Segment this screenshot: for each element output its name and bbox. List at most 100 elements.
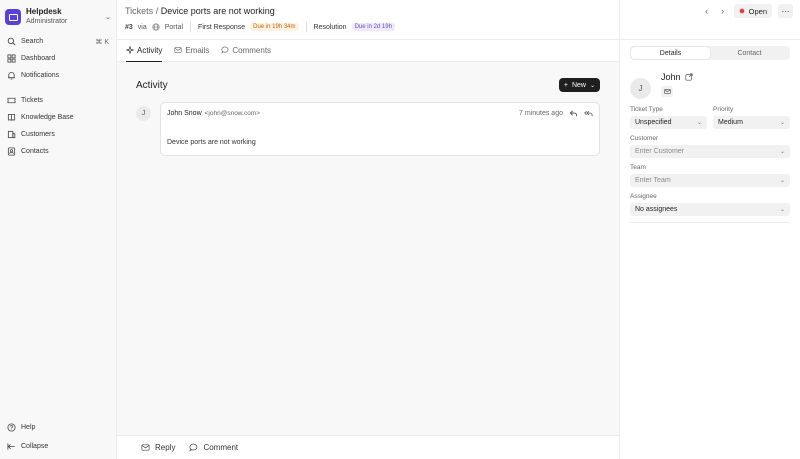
sidebar-item-contacts[interactable]: Contacts bbox=[5, 143, 111, 160]
details-contact-switch: Details Contact bbox=[630, 46, 790, 60]
first-response-label: First Response bbox=[198, 23, 246, 31]
tab-contact[interactable]: Contact bbox=[710, 47, 789, 59]
sidebar-item-tickets[interactable]: Tickets bbox=[5, 92, 111, 109]
tab-activity[interactable]: Activity bbox=[126, 40, 163, 62]
status-label: Open bbox=[748, 6, 767, 16]
breadcrumb-tickets-link[interactable]: Tickets bbox=[125, 6, 153, 16]
sidebar-item-label: Customers bbox=[21, 131, 55, 138]
comment-label: Comment bbox=[203, 443, 239, 452]
sidebar-item-label: Tickets bbox=[21, 97, 43, 104]
contact-icon bbox=[7, 147, 16, 156]
customer-select[interactable]: Enter Customer ⌄ bbox=[630, 145, 790, 158]
chevron-down-icon: ⌄ bbox=[779, 207, 785, 213]
brand-role: Administrator bbox=[26, 18, 68, 25]
building-icon bbox=[7, 130, 16, 139]
sidebar-item-notifications[interactable]: Notifications bbox=[5, 67, 111, 84]
chevron-down-icon: ⌄ bbox=[589, 82, 595, 89]
next-ticket-chevron-right-icon[interactable]: › bbox=[718, 4, 728, 18]
tab-label: Comments bbox=[232, 45, 272, 55]
assignee-label: Assignee bbox=[630, 193, 657, 200]
ticket-number: #3 bbox=[125, 23, 133, 31]
priority-select[interactable]: Medium ⌄ bbox=[713, 116, 790, 129]
sparkle-icon bbox=[126, 46, 134, 54]
ticket-type-label: Ticket Type bbox=[630, 106, 663, 113]
plus-icon: + bbox=[563, 81, 568, 89]
search-shortcut: ⌘ K bbox=[95, 38, 109, 46]
status-dropdown[interactable]: Open bbox=[733, 4, 772, 18]
reply-label: Reply bbox=[155, 443, 176, 452]
sidebar-item-customers[interactable]: Customers bbox=[5, 126, 111, 143]
dashboard-icon bbox=[7, 54, 16, 63]
new-button[interactable]: + New ⌄ bbox=[558, 78, 600, 92]
help-label: Help bbox=[21, 424, 36, 431]
tab-comments[interactable]: Comments bbox=[221, 40, 271, 62]
mail-icon bbox=[141, 444, 150, 451]
sidebar-item-label: Notifications bbox=[21, 72, 60, 79]
search-icon bbox=[7, 37, 16, 46]
avatar: J bbox=[136, 106, 151, 121]
ticket-tabs: Activity Emails Comments bbox=[117, 40, 619, 62]
help-icon bbox=[7, 423, 16, 432]
comment-icon bbox=[189, 443, 198, 452]
contact-name: John bbox=[661, 72, 681, 82]
resolution-badge: Due in 2d 19h bbox=[351, 23, 395, 31]
ticket-details-panel: ‹ › Open ⋯ Details Contact J John Ticket… bbox=[620, 0, 800, 459]
team-select[interactable]: Enter Team ⌄ bbox=[630, 174, 790, 187]
chevron-down-icon: ⌄ bbox=[779, 149, 785, 155]
reply-button[interactable]: Reply bbox=[141, 443, 175, 452]
more-options-icon[interactable]: ⋯ bbox=[778, 4, 793, 18]
chevron-down-icon: ⌄ bbox=[696, 120, 702, 126]
contact-summary: J John bbox=[620, 60, 800, 99]
collapse-label: Collapse bbox=[21, 443, 49, 450]
ticket-meta: #3 via Portal First Response Due in 19h … bbox=[125, 22, 611, 32]
chevron-down-icon: ⌄ bbox=[105, 14, 111, 21]
reply-bar: Reply Comment bbox=[117, 435, 619, 459]
customer-label: Customer bbox=[630, 135, 659, 142]
tab-label: Activity bbox=[137, 45, 163, 55]
search-label: Search bbox=[21, 38, 44, 45]
email-contact-button[interactable] bbox=[661, 86, 673, 97]
sidebar-collapse[interactable]: Collapse bbox=[5, 438, 111, 455]
mail-icon bbox=[663, 89, 671, 94]
resolution-label: Resolution bbox=[313, 23, 347, 31]
first-response-badge: Due in 19h 34m bbox=[250, 23, 299, 31]
comment-button[interactable]: Comment bbox=[189, 443, 238, 452]
book-icon bbox=[7, 113, 16, 121]
sidebar-search[interactable]: Search ⌘ K bbox=[5, 33, 111, 50]
brand-name: Helpdesk bbox=[26, 7, 62, 16]
breadcrumb: Tickets / Device ports are not working bbox=[125, 5, 611, 17]
comment-icon bbox=[221, 46, 229, 54]
brand-switcher[interactable]: Helpdesk Administrator ⌄ bbox=[5, 6, 111, 28]
assignee-select[interactable]: No assignees ⌄ bbox=[630, 203, 790, 216]
priority-label: Priority bbox=[713, 106, 734, 113]
breadcrumb-separator: / bbox=[155, 6, 159, 16]
activity-entry: J John Snow <john@snow.com> 7 minutes ag… bbox=[136, 102, 600, 156]
sidebar-item-label: Dashboard bbox=[21, 55, 56, 62]
entry-timestamp: 7 minutes ago bbox=[519, 110, 563, 117]
ticket-icon bbox=[7, 97, 16, 104]
tab-details[interactable]: Details bbox=[631, 47, 710, 59]
status-dot-icon bbox=[738, 8, 745, 14]
sidebar-item-knowledge-base[interactable]: Knowledge Base bbox=[5, 109, 111, 126]
reply-icon[interactable] bbox=[569, 109, 578, 118]
collapse-icon bbox=[7, 443, 15, 450]
bell-icon bbox=[8, 72, 15, 80]
email-card: John Snow <john@snow.com> 7 minutes ago … bbox=[160, 102, 600, 156]
helpdesk-logo-icon bbox=[5, 9, 21, 25]
meta-divider bbox=[190, 22, 192, 32]
via-text: via bbox=[137, 23, 147, 31]
sidebar-item-dashboard[interactable]: Dashboard bbox=[5, 50, 111, 67]
meta-divider bbox=[305, 22, 307, 32]
external-link-icon[interactable] bbox=[684, 73, 693, 81]
sender-email: <john@snow.com> bbox=[204, 110, 261, 117]
page-title: Device ports are not working bbox=[160, 6, 275, 16]
ticket-type-select[interactable]: Unspecified ⌄ bbox=[630, 116, 707, 129]
tab-label: Emails bbox=[185, 45, 210, 55]
reply-all-icon[interactable] bbox=[584, 109, 593, 118]
sidebar-help[interactable]: Help bbox=[5, 419, 111, 436]
previous-ticket-chevron-left-icon[interactable]: ‹ bbox=[702, 4, 712, 18]
tab-emails[interactable]: Emails bbox=[174, 40, 209, 62]
sidebar: Helpdesk Administrator ⌄ Search ⌘ K Dash… bbox=[0, 0, 117, 459]
new-button-label: New bbox=[571, 81, 586, 89]
ticket-fields: Ticket Type Unspecified ⌄ Priority Mediu… bbox=[620, 99, 800, 223]
